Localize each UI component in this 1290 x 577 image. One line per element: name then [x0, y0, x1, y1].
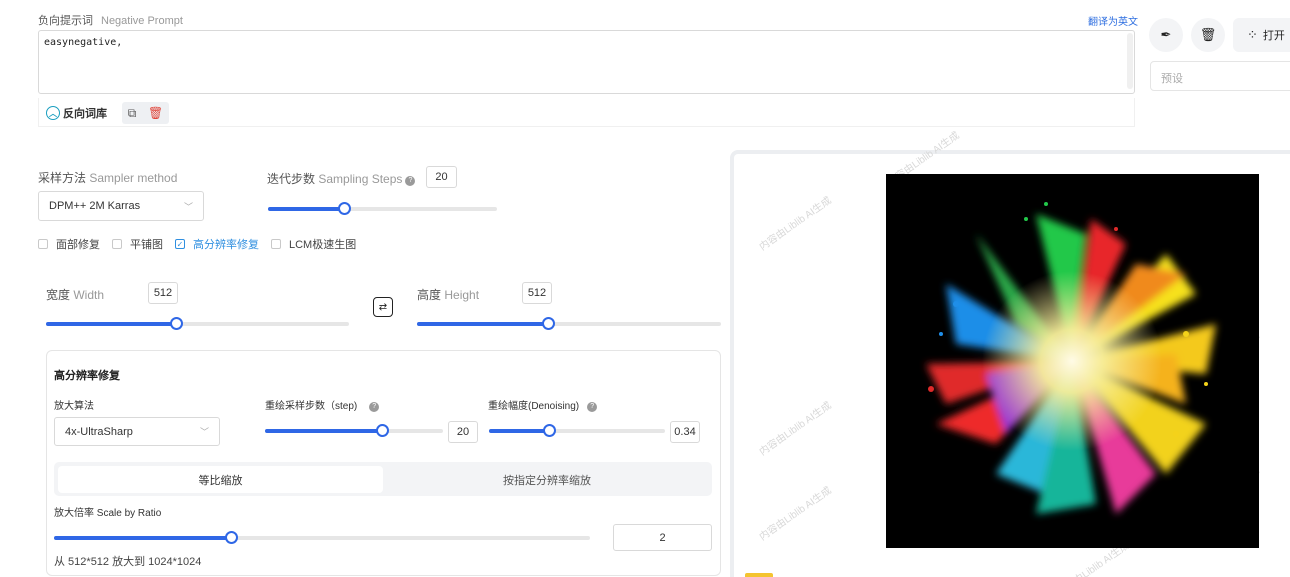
grid-icon: ⁘: [1247, 27, 1258, 42]
scale-ratio-slider-fill: [54, 536, 231, 540]
trash-icon: 🗑: [1199, 27, 1217, 42]
scale-summary-text: 从 512*512 放大到 1024*1024: [54, 556, 202, 568]
height-slider-fill: [417, 322, 548, 326]
width-slider-fill: [46, 322, 177, 326]
preset-select[interactable]: 预设: [1150, 61, 1290, 91]
generated-image[interactable]: [886, 174, 1259, 548]
width-input[interactable]: 512: [148, 282, 178, 304]
scale-ratio-input[interactable]: 2: [613, 524, 712, 551]
open-button[interactable]: ⁘ 打开: [1233, 18, 1290, 52]
brush-button[interactable]: ✒: [1149, 18, 1183, 52]
denoising-slider-handle[interactable]: [542, 424, 556, 437]
denoising-slider-fill: [489, 429, 549, 433]
translate-to-english-link[interactable]: 翻译为英文: [1088, 13, 1138, 28]
chevron-up-circle-icon: ︿: [46, 106, 60, 120]
denoising-input[interactable]: 0.34: [670, 421, 700, 443]
width-label: 宽度 Width: [46, 288, 105, 302]
scale-ratio-label: 放大倍率 Scale by Ratio: [54, 508, 162, 519]
face-restore-checkbox[interactable]: 面部修复: [38, 236, 100, 252]
help-icon[interactable]: ?: [405, 176, 416, 186]
hires-steps-slider-fill: [265, 429, 383, 433]
help-icon[interactable]: ?: [369, 402, 380, 412]
negative-library-button[interactable]: ︿ 反向词库: [46, 105, 107, 121]
options-checkbox-row: 面部修复 平铺图 ✓ 高分辨率修复 LCM极速生图: [38, 236, 356, 252]
steps-slider[interactable]: [268, 202, 497, 215]
checkbox-box: [38, 239, 48, 249]
swap-dimensions-button[interactable]: ⇄: [373, 297, 393, 317]
lcm-checkbox[interactable]: LCM极速生图: [271, 236, 356, 252]
denoising-label: 重绘幅度(Denoising)?: [488, 397, 598, 412]
hires-fix-checkbox[interactable]: ✓ 高分辨率修复: [175, 236, 259, 252]
hires-steps-label: 重绘采样步数（step)?: [265, 397, 380, 412]
upscaler-label: 放大算法: [54, 401, 94, 412]
scale-ratio-slider[interactable]: [54, 531, 590, 544]
chevron-down-icon: ﹀: [183, 201, 193, 212]
swap-icon: ⇄: [378, 301, 388, 313]
width-slider-handle[interactable]: [170, 317, 184, 330]
steps-input[interactable]: 20: [426, 166, 457, 188]
height-slider-handle[interactable]: [541, 317, 555, 330]
status-badge: [745, 573, 773, 577]
copy-icon[interactable]: ⧉: [128, 106, 137, 121]
sampler-select[interactable]: DPM++ 2M Karras ﹀: [38, 191, 204, 221]
height-slider[interactable]: [417, 317, 721, 330]
check-icon: ✓: [175, 239, 185, 249]
hires-steps-input[interactable]: 20: [448, 421, 478, 443]
scale-ratio-slider-handle[interactable]: [224, 531, 238, 544]
upscaler-select[interactable]: 4x-UltraSharp ﹀: [54, 417, 220, 446]
denoising-slider[interactable]: [489, 424, 665, 437]
sampler-label: 采样方法 Sampler method: [38, 171, 178, 185]
tab-scale-to-resolution[interactable]: 按指定分辨率缩放: [386, 466, 708, 493]
tiling-checkbox[interactable]: 平铺图: [112, 236, 163, 252]
steps-label: 迭代步数 Sampling Steps?: [267, 170, 416, 187]
width-slider[interactable]: [46, 317, 349, 330]
height-label: 高度 Height: [417, 288, 480, 302]
checkbox-box: [271, 239, 281, 249]
help-icon[interactable]: ?: [587, 402, 598, 412]
steps-slider-fill: [268, 207, 344, 211]
height-input[interactable]: 512: [522, 282, 552, 304]
trash-icon[interactable]: 🗑: [148, 106, 163, 120]
chevron-down-icon: ﹀: [199, 427, 209, 437]
negative-tools-group: ⧉ 🗑: [122, 102, 169, 124]
negative-prompt-toolbar: [38, 98, 1135, 127]
steps-slider-handle[interactable]: [337, 202, 351, 215]
negative-prompt-scrollbar[interactable]: [1127, 33, 1133, 89]
clear-button[interactable]: 🗑: [1191, 18, 1225, 52]
pen-icon: ✒: [1160, 27, 1172, 42]
color-burst-image: [926, 202, 1216, 514]
tab-scale-by-ratio[interactable]: 等比缩放: [58, 466, 383, 493]
negative-prompt-input[interactable]: easynegative,: [38, 30, 1135, 94]
hires-panel-title: 高分辨率修复: [54, 370, 120, 382]
negative-prompt-title: 负向提示词 Negative Prompt: [38, 15, 183, 27]
hires-steps-slider[interactable]: [265, 424, 443, 437]
checkbox-box: [112, 239, 122, 249]
